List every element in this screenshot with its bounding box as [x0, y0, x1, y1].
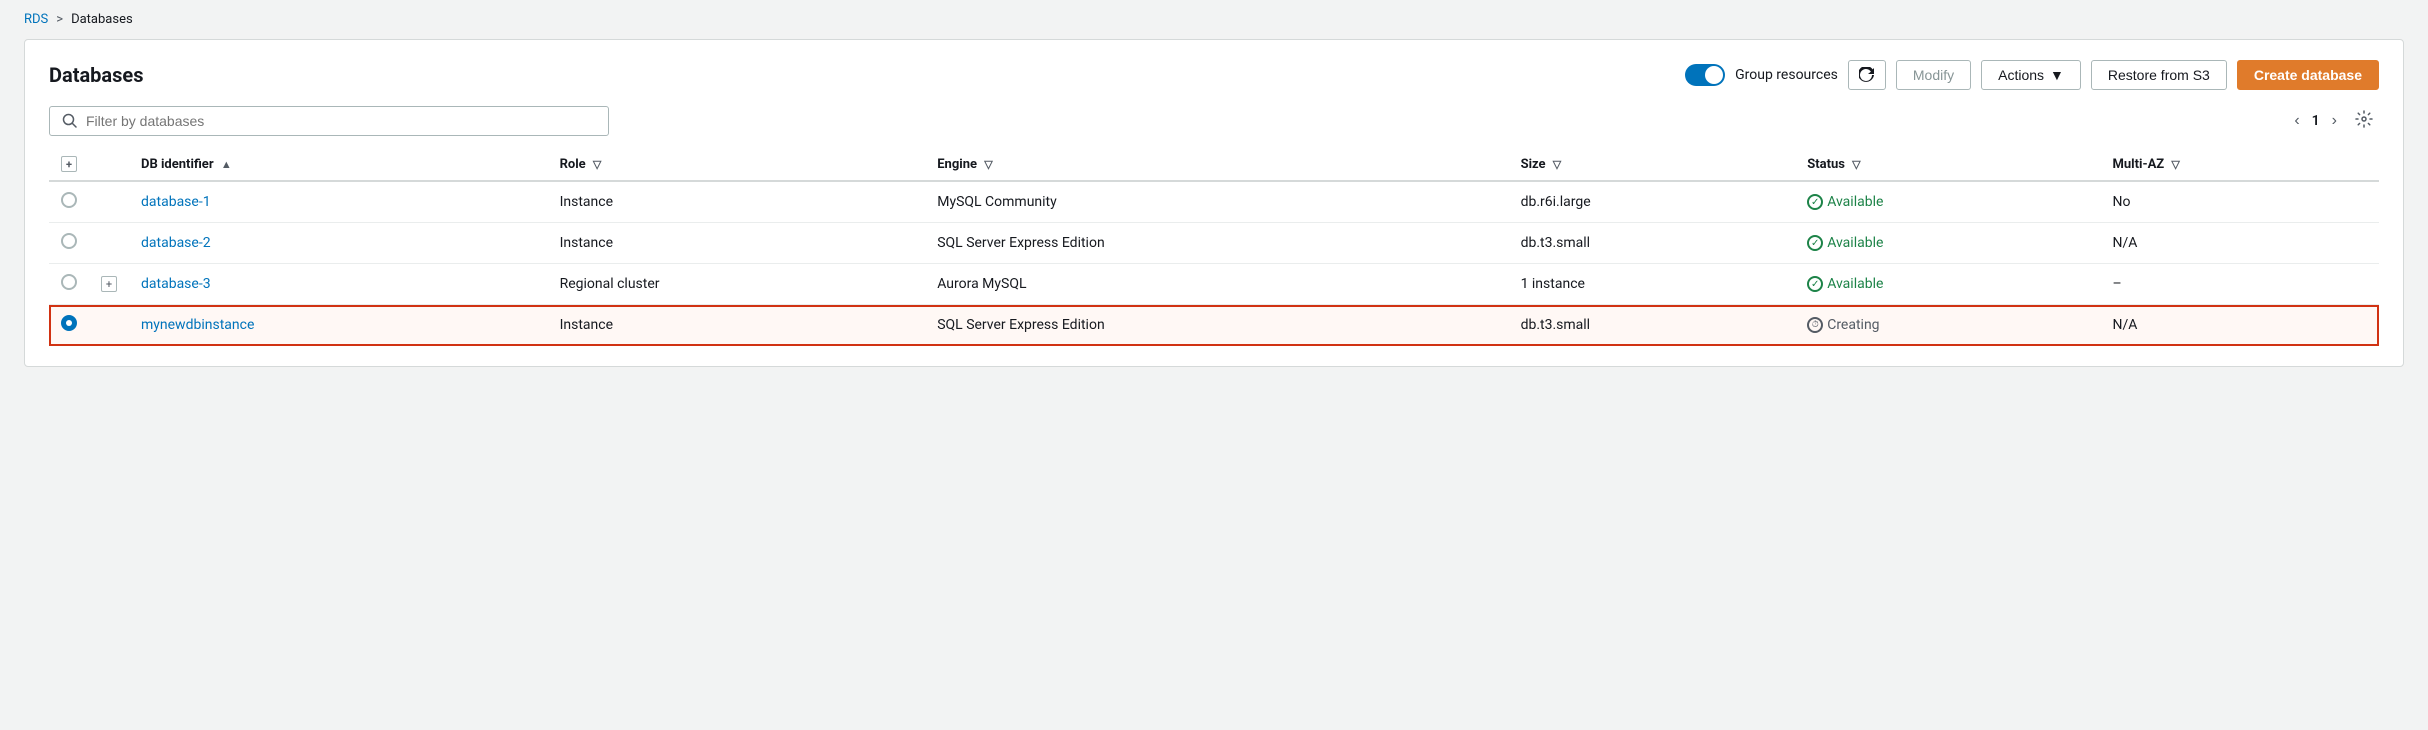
search-input[interactable]	[86, 113, 596, 129]
databases-table: + DB identifier ▲ Role ▽ Engine ▽ Size ▽…	[49, 148, 2379, 346]
status-available: ✓ Available	[1807, 276, 2088, 292]
th-multi-az[interactable]: Multi-AZ ▽	[2101, 148, 2380, 181]
td-multi-az: N/A	[2101, 223, 2380, 264]
next-page-button[interactable]: ›	[2326, 110, 2343, 132]
clock-icon: ⏱	[1807, 317, 1823, 333]
td-db-identifier[interactable]: database-3	[129, 264, 548, 305]
group-resources-toggle[interactable]	[1685, 64, 1725, 86]
td-status: ✓ Available	[1795, 181, 2100, 223]
th-radio: +	[49, 148, 89, 181]
td-db-identifier[interactable]: mynewdbinstance	[129, 305, 548, 346]
td-role: Instance	[548, 181, 926, 223]
row-radio[interactable]	[61, 274, 77, 290]
status-creating: ⏱ Creating	[1807, 317, 2088, 333]
sort-desc-icon-role: ▽	[593, 158, 601, 171]
td-engine: MySQL Community	[925, 181, 1508, 223]
breadcrumb-rds[interactable]: RDS	[24, 12, 48, 27]
status-available: ✓ Available	[1807, 194, 2088, 210]
databases-card: Databases Group resources Modify Actions…	[24, 39, 2404, 367]
sort-asc-icon: ▲	[221, 158, 232, 171]
settings-icon	[2355, 110, 2373, 128]
td-expand[interactable]: +	[89, 264, 129, 305]
group-resources-label: Group resources	[1735, 67, 1838, 83]
td-role: Regional cluster	[548, 264, 926, 305]
card-header: Databases Group resources Modify Actions…	[49, 60, 2379, 90]
td-role: Instance	[548, 305, 926, 346]
check-circle-icon: ✓	[1807, 194, 1823, 210]
refresh-icon	[1859, 67, 1875, 83]
status-available: ✓ Available	[1807, 235, 2088, 251]
td-role: Instance	[548, 223, 926, 264]
td-radio[interactable]	[49, 305, 89, 346]
row-radio[interactable]	[61, 233, 77, 249]
td-multi-az: No	[2101, 181, 2380, 223]
db-identifier-link[interactable]: database-1	[141, 194, 211, 210]
header-controls: Group resources Modify Actions ▼ Restore…	[1685, 60, 2379, 90]
breadcrumb: RDS > Databases	[0, 0, 2428, 39]
sort-desc-icon-engine: ▽	[984, 158, 992, 171]
breadcrumb-current: Databases	[71, 12, 133, 27]
actions-button[interactable]: Actions ▼	[1981, 60, 2081, 90]
search-icon	[62, 113, 78, 129]
sort-desc-icon-multiaz: ▽	[2171, 158, 2179, 171]
td-radio[interactable]	[49, 223, 89, 264]
page-title: Databases	[49, 63, 143, 87]
db-identifier-link[interactable]: mynewdbinstance	[141, 317, 254, 333]
table-row[interactable]: database-1 InstanceMySQL Communitydb.r6i.…	[49, 181, 2379, 223]
check-circle-icon: ✓	[1807, 276, 1823, 292]
sort-desc-icon-status: ▽	[1852, 158, 1860, 171]
td-size: 1 instance	[1509, 264, 1796, 305]
table-row[interactable]: mynewdbinstance InstanceSQL Server Expres…	[49, 305, 2379, 346]
td-radio[interactable]	[49, 264, 89, 305]
td-db-identifier[interactable]: database-2	[129, 223, 548, 264]
th-engine[interactable]: Engine ▽	[925, 148, 1508, 181]
db-identifier-link[interactable]: database-2	[141, 235, 211, 251]
td-expand	[89, 223, 129, 264]
sort-desc-icon-size: ▽	[1553, 158, 1561, 171]
create-database-button[interactable]: Create database	[2237, 60, 2379, 90]
td-status: ✓ Available	[1795, 223, 2100, 264]
td-radio[interactable]	[49, 181, 89, 223]
page-number: 1	[2312, 113, 2320, 129]
db-identifier-link[interactable]: database-3	[141, 276, 211, 292]
table-row[interactable]: + database-3 Regional clusterAurora MySQL1…	[49, 264, 2379, 305]
table-header-row: + DB identifier ▲ Role ▽ Engine ▽ Size ▽…	[49, 148, 2379, 181]
th-status[interactable]: Status ▽	[1795, 148, 2100, 181]
chevron-down-icon: ▼	[2050, 67, 2064, 83]
td-engine: SQL Server Express Edition	[925, 305, 1508, 346]
td-size: db.t3.small	[1509, 305, 1796, 346]
refresh-button[interactable]	[1848, 60, 1886, 90]
td-db-identifier[interactable]: database-1	[129, 181, 548, 223]
td-expand	[89, 181, 129, 223]
expand-row-icon[interactable]: +	[101, 276, 117, 292]
td-status: ✓ Available	[1795, 264, 2100, 305]
restore-from-s3-button[interactable]: Restore from S3	[2091, 60, 2227, 90]
td-size: db.t3.small	[1509, 223, 1796, 264]
td-engine: Aurora MySQL	[925, 264, 1508, 305]
breadcrumb-separator: >	[56, 12, 63, 27]
row-radio[interactable]	[61, 192, 77, 208]
prev-page-button[interactable]: ‹	[2288, 110, 2305, 132]
td-multi-az: N/A	[2101, 305, 2380, 346]
settings-button[interactable]	[2349, 108, 2379, 135]
th-role[interactable]: Role ▽	[548, 148, 926, 181]
select-all-icon[interactable]: +	[61, 156, 77, 172]
td-expand	[89, 305, 129, 346]
td-status: ⏱ Creating	[1795, 305, 2100, 346]
th-db-identifier[interactable]: DB identifier ▲	[129, 148, 548, 181]
table-row[interactable]: database-2 InstanceSQL Server Express Edi…	[49, 223, 2379, 264]
search-bar	[49, 106, 609, 136]
td-size: db.r6i.large	[1509, 181, 1796, 223]
td-multi-az: –	[2101, 264, 2380, 305]
modify-button[interactable]: Modify	[1896, 60, 1971, 90]
th-size[interactable]: Size ▽	[1509, 148, 1796, 181]
check-circle-icon: ✓	[1807, 235, 1823, 251]
row-radio[interactable]	[61, 315, 77, 331]
th-expand	[89, 148, 129, 181]
pagination-controls: ‹ 1 ›	[2288, 108, 2379, 135]
td-engine: SQL Server Express Edition	[925, 223, 1508, 264]
toolbar-row: ‹ 1 ›	[49, 106, 2379, 136]
